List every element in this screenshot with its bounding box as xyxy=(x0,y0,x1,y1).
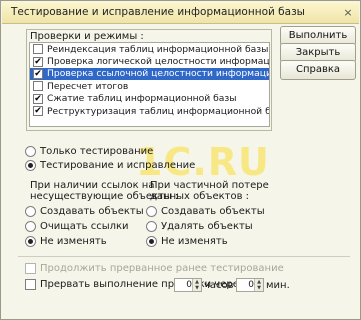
checkbox[interactable]: ✔ xyxy=(33,93,43,104)
radio-button[interactable] xyxy=(146,206,157,217)
check-row-label: Сжатие таблиц информационной базы xyxy=(47,93,237,105)
partial-loss-option[interactable]: Удалять объекты xyxy=(146,221,253,232)
resume-label: Продолжить прерванное ранее тестирование xyxy=(40,263,284,274)
checks-list[interactable]: Реиндексация таблиц информационной базы … xyxy=(29,42,270,127)
divider xyxy=(18,256,350,257)
title-bar[interactable]: Тестирование и исправление информационно… xyxy=(2,2,359,24)
radio-button[interactable] xyxy=(25,236,36,247)
hours-unit: часов xyxy=(204,280,234,291)
radio-button[interactable] xyxy=(25,146,36,157)
mode-test-and-fix[interactable]: Тестирование и исправление xyxy=(25,160,195,171)
checkbox[interactable]: ✔ xyxy=(33,68,43,79)
partial-loss-option-label: Создавать объекты xyxy=(161,206,265,217)
check-row[interactable]: Пересчет итогов xyxy=(30,80,269,92)
close-icon[interactable]: × xyxy=(341,6,355,19)
mode-test-only-label: Только тестирование xyxy=(40,146,154,157)
check-row[interactable]: ✔ Проверка логической целостности информа… xyxy=(30,55,269,67)
broken-refs-option-label: Очищать ссылки xyxy=(40,221,129,232)
hours-spinner[interactable]: 0 ▲ ▼ xyxy=(174,278,202,292)
mode-test-and-fix-label: Тестирование и исправление xyxy=(40,160,196,171)
partial-loss-option-label: Не изменять xyxy=(161,236,228,247)
check-row-label: Реиндексация таблиц информационной базы xyxy=(47,43,269,55)
spinner-arrows-icon[interactable]: ▲ ▼ xyxy=(192,279,201,291)
broken-refs-option-label: Не изменять xyxy=(40,236,107,247)
partial-loss-option-label: Удалять объекты xyxy=(161,221,253,232)
broken-refs-option[interactable]: Создавать объекты xyxy=(25,206,144,217)
broken-refs-option[interactable]: Не изменять xyxy=(25,236,107,247)
checks-group-label: Проверки и режимы : xyxy=(30,31,144,42)
broken-refs-option[interactable]: Очищать ссылки xyxy=(25,221,129,232)
check-row-label: Реструктуризация таблиц информационной б… xyxy=(47,105,270,117)
checkbox[interactable]: ✔ xyxy=(33,106,43,117)
spinner-arrows-icon[interactable]: ▲ ▼ xyxy=(254,279,263,291)
resume-checkbox xyxy=(25,263,36,274)
resume-option: Продолжить прерванное ранее тестирование xyxy=(25,263,284,274)
broken-refs-option-label: Создавать объекты xyxy=(40,206,144,217)
partial-loss-heading: При частичной потере данных объектов : xyxy=(150,180,269,202)
mode-test-only[interactable]: Только тестирование xyxy=(25,146,153,157)
radio-button[interactable] xyxy=(25,221,36,232)
check-row-selected[interactable]: ✔ Проверка ссылочной целостности информац… xyxy=(30,67,269,81)
interrupt-checkbox[interactable] xyxy=(25,279,36,290)
partial-loss-heading-line1: При частичной потере xyxy=(150,180,269,191)
check-row[interactable]: Реиндексация таблиц информационной базы xyxy=(30,43,269,55)
partial-loss-heading-line2: данных объектов : xyxy=(150,191,250,202)
radio-button[interactable] xyxy=(25,206,36,217)
radio-button[interactable] xyxy=(146,236,157,247)
check-row[interactable]: ✔ Реструктуризация таблиц информационной … xyxy=(30,105,269,117)
window-title: Тестирование и исправление информационно… xyxy=(11,6,305,18)
partial-loss-option[interactable]: Создавать объекты xyxy=(146,206,265,217)
checkbox[interactable]: ✔ xyxy=(33,56,43,67)
partial-loss-option[interactable]: Не изменять xyxy=(146,236,228,247)
minutes-spinner[interactable]: 0 ▲ ▼ xyxy=(236,278,264,292)
check-row[interactable]: ✔ Сжатие таблиц информационной базы xyxy=(30,93,269,105)
help-button[interactable]: Справка xyxy=(280,60,356,80)
checkbox[interactable] xyxy=(33,44,43,55)
radio-button[interactable] xyxy=(146,221,157,232)
check-row-label: Проверка ссылочной целостности информаци… xyxy=(47,68,269,80)
check-row-label: Проверка логической целостности информац… xyxy=(47,56,270,68)
check-row-label: Пересчет итогов xyxy=(47,80,129,92)
minutes-unit: мин. xyxy=(266,280,290,291)
radio-button[interactable] xyxy=(25,160,36,171)
checkbox[interactable] xyxy=(33,81,43,92)
